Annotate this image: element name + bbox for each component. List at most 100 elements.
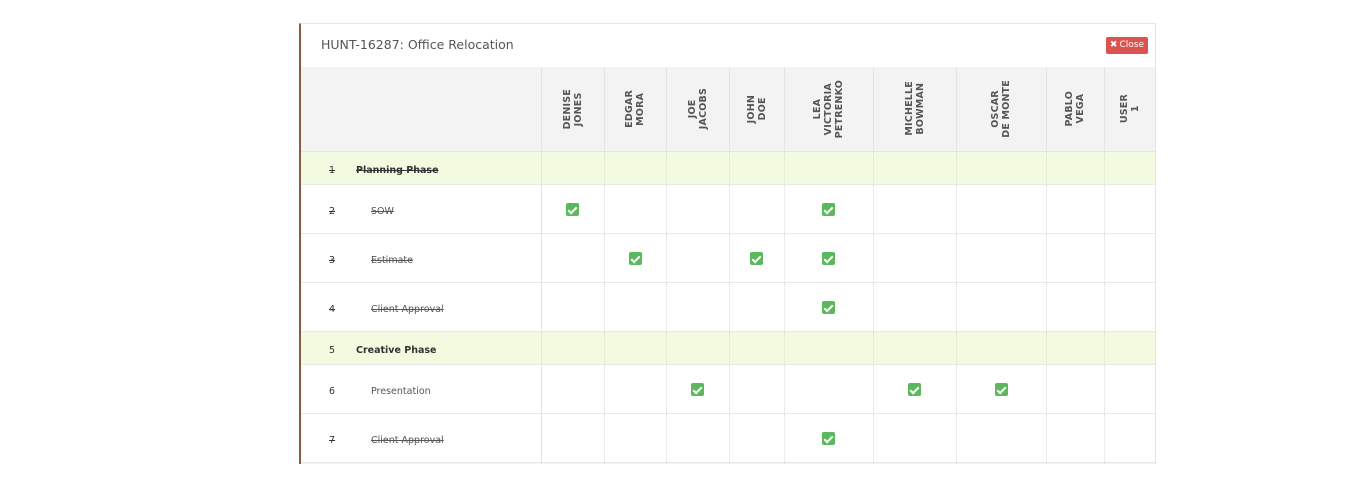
user-header: PABLO VEGA xyxy=(1046,67,1105,152)
checkbox-checked-icon[interactable] xyxy=(628,252,642,265)
assignment-cell[interactable] xyxy=(604,413,667,463)
assignment-cell[interactable] xyxy=(541,413,605,463)
assignment-cell[interactable] xyxy=(729,233,785,283)
assignment-cell[interactable] xyxy=(956,184,1047,234)
assignment-cell[interactable] xyxy=(541,282,605,332)
assignment-cell[interactable] xyxy=(956,413,1047,463)
assignment-cell[interactable] xyxy=(956,233,1047,283)
partial-cell xyxy=(729,462,785,464)
assignment-cell[interactable] xyxy=(1046,151,1105,185)
user-name: JOE JACOBS xyxy=(686,88,709,130)
assignment-cell[interactable] xyxy=(956,331,1047,365)
assignment-cell[interactable] xyxy=(873,331,957,365)
assignment-cell[interactable] xyxy=(1104,331,1155,365)
assignment-cell[interactable] xyxy=(604,151,667,185)
close-icon: ✖ xyxy=(1109,40,1118,50)
user-name: MICHELLE BOWMAN xyxy=(903,81,926,137)
partial-cell xyxy=(784,462,874,464)
partial-cell xyxy=(956,462,1047,464)
user-header: DENISE JONES xyxy=(541,67,605,152)
assignment-cell[interactable] xyxy=(729,151,785,185)
task-cell: 5 Creative Phase xyxy=(301,331,542,365)
assignment-cell[interactable] xyxy=(1046,233,1105,283)
assignment-cell[interactable] xyxy=(604,233,667,283)
assignment-cell[interactable] xyxy=(666,282,730,332)
assignment-cell[interactable] xyxy=(784,413,874,463)
checkbox-checked-icon[interactable] xyxy=(822,203,835,216)
assignment-cell[interactable] xyxy=(729,282,785,332)
assignment-cell[interactable] xyxy=(1104,184,1155,234)
partial-cell xyxy=(541,462,605,464)
assignment-cell[interactable] xyxy=(784,184,874,234)
close-label: Close xyxy=(1119,40,1144,50)
assignment-cell[interactable] xyxy=(784,151,874,185)
assignment-cell[interactable] xyxy=(956,364,1047,414)
assignment-cell[interactable] xyxy=(1104,413,1155,463)
assignment-cell[interactable] xyxy=(784,364,874,414)
assignment-cell[interactable] xyxy=(541,331,605,365)
assignment-cell[interactable] xyxy=(541,233,605,283)
user-header: JOE JACOBS xyxy=(666,67,730,152)
row-number: 7 xyxy=(329,435,336,446)
checkbox-checked-icon[interactable] xyxy=(691,383,704,396)
assignment-cell[interactable] xyxy=(541,151,605,185)
row-number: 3 xyxy=(329,255,336,266)
assignment-cell[interactable] xyxy=(873,282,957,332)
assignment-cell[interactable] xyxy=(873,184,957,234)
assignment-cell[interactable] xyxy=(1104,233,1155,283)
assignment-cell[interactable] xyxy=(604,184,667,234)
user-name: LEA VICTORIA PETRENKO xyxy=(812,79,845,138)
row-number: 1 xyxy=(329,165,336,176)
checkbox-checked-icon[interactable] xyxy=(822,252,835,265)
assignment-cell[interactable] xyxy=(1046,413,1105,463)
checkbox-checked-icon[interactable] xyxy=(822,432,835,445)
close-button[interactable]: ✖ Close xyxy=(1105,37,1148,54)
assignment-cell[interactable] xyxy=(666,364,730,414)
user-name: PABLO VEGA xyxy=(1064,91,1086,127)
assignment-cell[interactable] xyxy=(666,151,730,185)
phase-row: 1 Planning Phase xyxy=(301,151,1155,185)
assignment-cell[interactable] xyxy=(873,233,957,283)
checkbox-checked-icon[interactable] xyxy=(994,383,1008,396)
assignment-cell[interactable] xyxy=(873,151,957,185)
assignment-cell[interactable] xyxy=(666,184,730,234)
user-name: DENISE JONES xyxy=(561,88,584,129)
assignment-modal: HUNT-16287: Office Relocation ✖ Close DE… xyxy=(299,23,1156,464)
assignment-cell[interactable] xyxy=(784,282,874,332)
assignment-cell[interactable] xyxy=(666,233,730,283)
assignment-cell[interactable] xyxy=(666,413,730,463)
assignment-cell[interactable] xyxy=(1046,331,1105,365)
assignment-cell[interactable] xyxy=(1046,364,1105,414)
checkbox-checked-icon[interactable] xyxy=(566,203,579,216)
user-header: JOHN DOE xyxy=(729,67,785,152)
assignment-cell[interactable] xyxy=(956,151,1047,185)
assignment-cell[interactable] xyxy=(1104,364,1155,414)
assignment-cell[interactable] xyxy=(1104,282,1155,332)
assignment-cell[interactable] xyxy=(1104,151,1155,185)
assignment-cell[interactable] xyxy=(956,282,1047,332)
assignment-cell[interactable] xyxy=(666,331,730,365)
assignment-cell[interactable] xyxy=(729,184,785,234)
checkbox-checked-icon[interactable] xyxy=(822,301,835,314)
assignment-cell[interactable] xyxy=(604,282,667,332)
assignment-cell[interactable] xyxy=(873,413,957,463)
phase-row: 5 Creative Phase xyxy=(301,331,1155,365)
assignment-cell[interactable] xyxy=(729,364,785,414)
assignment-cell[interactable] xyxy=(541,364,605,414)
assignment-cell[interactable] xyxy=(729,413,785,463)
assignment-cell[interactable] xyxy=(604,331,667,365)
assignment-cell[interactable] xyxy=(1046,282,1105,332)
user-header-row: DENISE JONES EDGAR MORA JOE JACOBS JOHN … xyxy=(301,67,1155,152)
assignment-cell[interactable] xyxy=(1046,184,1105,234)
assignment-cell[interactable] xyxy=(784,331,874,365)
user-header: USER 1 xyxy=(1104,67,1155,152)
checkbox-checked-icon[interactable] xyxy=(750,252,763,265)
assignment-cell[interactable] xyxy=(541,184,605,234)
checkbox-checked-icon[interactable] xyxy=(908,383,921,396)
assignment-cell[interactable] xyxy=(873,364,957,414)
assignment-cell[interactable] xyxy=(784,233,874,283)
assignment-cell[interactable] xyxy=(729,331,785,365)
partial-cell xyxy=(666,462,730,464)
phase-label: Creative Phase xyxy=(356,345,437,356)
assignment-cell[interactable] xyxy=(604,364,667,414)
